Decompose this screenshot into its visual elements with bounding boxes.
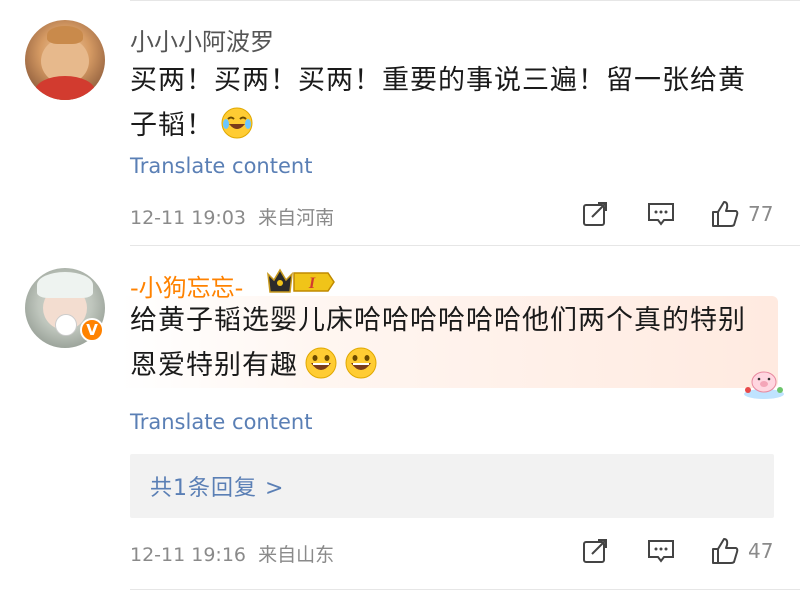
- username[interactable]: 小小小阿波罗: [130, 22, 274, 57]
- location: 来自河南: [258, 207, 335, 229]
- avatar-hat: [47, 26, 83, 44]
- grinning-emoji-icon: [345, 347, 377, 379]
- share-icon: [583, 539, 607, 563]
- comment-text: 给黄子韬选婴儿床哈哈哈哈哈哈他们两个真的特别恩爱特别有趣: [130, 298, 750, 388]
- pig-sticker-icon: [744, 371, 784, 399]
- location: 来自山东: [258, 544, 335, 566]
- replies-box[interactable]: 共1条回复 >: [130, 454, 774, 518]
- timestamp: 12-11 19:03: [130, 207, 247, 229]
- comment-icon: [648, 203, 674, 226]
- like-count: 47: [748, 539, 774, 563]
- translate-link[interactable]: Translate content: [130, 410, 312, 434]
- share-icon: [583, 202, 607, 226]
- comment-divider: [130, 589, 800, 590]
- share-button[interactable]: [580, 533, 610, 569]
- comment-actions: 47: [580, 533, 800, 569]
- reply-button[interactable]: [646, 533, 676, 569]
- comment-icon: [648, 540, 674, 563]
- avatar-cape: [35, 76, 95, 100]
- translate-link[interactable]: Translate content: [130, 154, 312, 178]
- comment-text: 买两！买两！买两！重要的事说三遍！留一张给黄子韬！: [130, 58, 770, 148]
- comment-item: 小小小阿波罗 买两！买两！买两！重要的事说三遍！留一张给黄子韬！ Transla…: [0, 0, 800, 246]
- thumbs-up-icon: [712, 538, 739, 564]
- like-count: 77: [748, 202, 774, 226]
- comment-item: V -小狗忘忘- I 给黄子韬选婴儿床哈哈哈哈哈哈他们两个真的特别恩爱特别有趣 …: [0, 246, 800, 599]
- avatar[interactable]: [25, 20, 105, 100]
- badge-level: I: [308, 275, 316, 292]
- laughing-tears-emoji-icon: [221, 107, 253, 139]
- crown-level-icon: I: [267, 268, 335, 293]
- avatar-hood: [37, 272, 93, 298]
- comment-meta: 12-11 19:16 来自山东: [130, 540, 334, 567]
- thumbs-up-icon: [712, 201, 739, 227]
- avatar-object: [55, 314, 77, 336]
- like-button[interactable]: 77: [710, 196, 800, 232]
- timestamp: 12-11 19:16: [130, 544, 247, 566]
- comment-meta: 12-11 19:03 来自河南: [130, 203, 334, 230]
- comment-actions: 77: [580, 196, 800, 232]
- comment-text-content: 给黄子韬选婴儿床哈哈哈哈哈哈他们两个真的特别恩爱特别有趣: [130, 305, 746, 381]
- share-button[interactable]: [580, 196, 610, 232]
- view-replies-link[interactable]: 共1条回复 >: [150, 470, 284, 502]
- reply-button[interactable]: [646, 196, 676, 232]
- like-button[interactable]: 47: [710, 533, 800, 569]
- grinning-emoji-icon: [305, 347, 337, 379]
- verified-badge-icon: V: [80, 318, 104, 342]
